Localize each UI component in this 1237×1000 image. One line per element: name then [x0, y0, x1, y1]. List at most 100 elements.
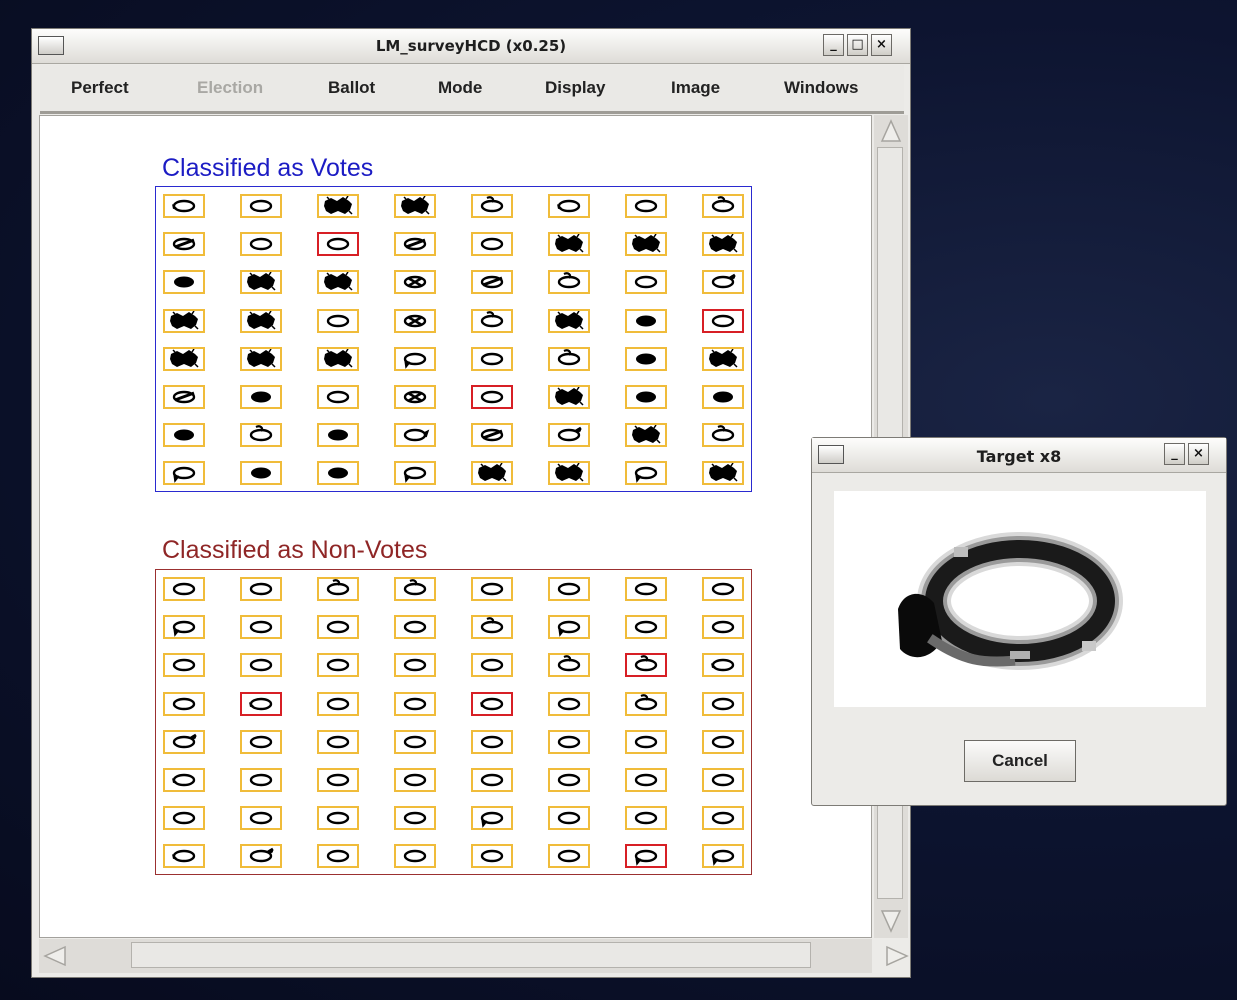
ballot-target-cell[interactable] [471, 461, 513, 486]
ballot-target-cell[interactable] [240, 844, 282, 869]
ballot-target-cell[interactable] [394, 346, 436, 371]
ballot-target-cell[interactable] [702, 653, 744, 678]
ballot-target-cell[interactable] [163, 270, 205, 295]
ballot-target-cell[interactable] [702, 270, 744, 295]
ballot-target-cell[interactable] [394, 270, 436, 295]
ballot-target-cell[interactable] [548, 577, 590, 601]
ballot-target-cell[interactable] [548, 653, 590, 678]
ballot-target-cell[interactable] [163, 346, 205, 371]
menu-perfect[interactable]: Perfect [71, 78, 129, 98]
ballot-target-cell[interactable] [548, 461, 590, 486]
ballot-target-cell[interactable] [240, 346, 282, 371]
ballot-target-cell[interactable] [471, 308, 513, 333]
ballot-target-cell[interactable] [702, 615, 744, 640]
ballot-target-cell[interactable] [548, 691, 590, 716]
ballot-target-cell[interactable] [702, 577, 744, 601]
ballot-target-cell[interactable] [471, 270, 513, 295]
ballot-target-cell[interactable] [394, 308, 436, 333]
ballot-target-cell[interactable] [394, 653, 436, 678]
ballot-target-cell[interactable] [625, 461, 667, 486]
ballot-target-cell[interactable] [625, 346, 667, 371]
ballot-target-cell[interactable] [163, 653, 205, 678]
ballot-target-cell[interactable] [317, 346, 359, 371]
ballot-target-cell[interactable] [163, 577, 205, 601]
ballot-target-cell[interactable] [471, 346, 513, 371]
ballot-target-cell[interactable] [163, 768, 205, 792]
ballot-target-cell[interactable] [471, 577, 513, 601]
ballot-target-cell[interactable] [394, 844, 436, 869]
ballot-target-cell[interactable] [702, 194, 744, 218]
ballot-target-cell[interactable] [471, 768, 513, 792]
ballot-target-cell[interactable] [548, 346, 590, 371]
dialog-minimize-button[interactable]: _ [1164, 443, 1185, 465]
ballot-target-cell[interactable] [317, 308, 359, 333]
ballot-target-cell[interactable] [548, 308, 590, 333]
ballot-target-cell[interactable] [471, 691, 513, 716]
ballot-target-cell[interactable] [163, 844, 205, 869]
ballot-target-cell[interactable] [548, 844, 590, 869]
ballot-target-cell[interactable] [240, 308, 282, 333]
minimize-button[interactable]: _ [823, 34, 844, 56]
ballot-target-cell[interactable] [240, 461, 282, 486]
ballot-target-cell[interactable] [471, 729, 513, 754]
ballot-target-cell[interactable] [471, 844, 513, 869]
dialog-close-button[interactable]: × [1188, 443, 1209, 465]
menu-display[interactable]: Display [545, 78, 605, 98]
ballot-target-cell[interactable] [625, 691, 667, 716]
ballot-target-cell[interactable] [317, 577, 359, 601]
ballot-target-cell[interactable] [548, 194, 590, 218]
maximize-button[interactable]: □ [847, 34, 868, 56]
ballot-target-cell[interactable] [240, 691, 282, 716]
ballot-target-cell[interactable] [548, 615, 590, 640]
ballot-target-cell[interactable] [625, 844, 667, 869]
ballot-target-cell[interactable] [394, 461, 436, 486]
ballot-target-cell[interactable] [702, 385, 744, 409]
ballot-target-cell[interactable] [548, 729, 590, 754]
ballot-target-cell[interactable] [548, 768, 590, 792]
ballot-target-cell[interactable] [317, 423, 359, 448]
ballot-target-cell[interactable] [240, 270, 282, 295]
menu-ballot[interactable]: Ballot [328, 78, 375, 98]
ballot-target-cell[interactable] [394, 768, 436, 792]
ballot-target-cell[interactable] [702, 729, 744, 754]
ballot-target-cell[interactable] [394, 806, 436, 831]
ballot-target-cell[interactable] [317, 691, 359, 716]
ballot-target-cell[interactable] [317, 653, 359, 678]
close-button[interactable]: × [871, 34, 892, 56]
ballot-target-cell[interactable] [625, 194, 667, 218]
ballot-target-cell[interactable] [317, 729, 359, 754]
ballot-target-cell[interactable] [317, 385, 359, 409]
ballot-target-cell[interactable] [471, 423, 513, 448]
ballot-target-cell[interactable] [625, 653, 667, 678]
horizontal-scrollbar[interactable] [39, 939, 909, 973]
ballot-target-cell[interactable] [625, 729, 667, 754]
ballot-target-cell[interactable] [317, 461, 359, 486]
ballot-target-cell[interactable] [240, 194, 282, 218]
ballot-target-cell[interactable] [240, 423, 282, 448]
menu-windows[interactable]: Windows [784, 78, 858, 98]
ballot-target-cell[interactable] [625, 308, 667, 333]
dialog-title-bar[interactable]: Target x8 _ × [812, 438, 1226, 473]
ballot-target-cell[interactable] [625, 270, 667, 295]
ballot-target-cell[interactable] [702, 232, 744, 257]
ballot-target-cell[interactable] [240, 768, 282, 792]
ballot-target-cell[interactable] [548, 423, 590, 448]
ballot-target-cell[interactable] [163, 615, 205, 640]
ballot-target-cell[interactable] [163, 232, 205, 257]
ballot-target-cell[interactable] [317, 844, 359, 869]
ballot-target-cell[interactable] [625, 806, 667, 831]
ballot-target-cell[interactable] [702, 461, 744, 486]
ballot-target-cell[interactable] [625, 232, 667, 257]
horizontal-scroll-thumb[interactable] [131, 942, 811, 968]
ballot-target-cell[interactable] [394, 691, 436, 716]
ballot-target-cell[interactable] [394, 615, 436, 640]
ballot-target-cell[interactable] [394, 423, 436, 448]
ballot-target-cell[interactable] [240, 806, 282, 831]
ballot-target-cell[interactable] [702, 423, 744, 448]
ballot-target-cell[interactable] [625, 615, 667, 640]
ballot-target-cell[interactable] [163, 423, 205, 448]
ballot-target-cell[interactable] [163, 194, 205, 218]
ballot-target-cell[interactable] [471, 806, 513, 831]
menu-image[interactable]: Image [671, 78, 720, 98]
ballot-target-cell[interactable] [163, 461, 205, 486]
